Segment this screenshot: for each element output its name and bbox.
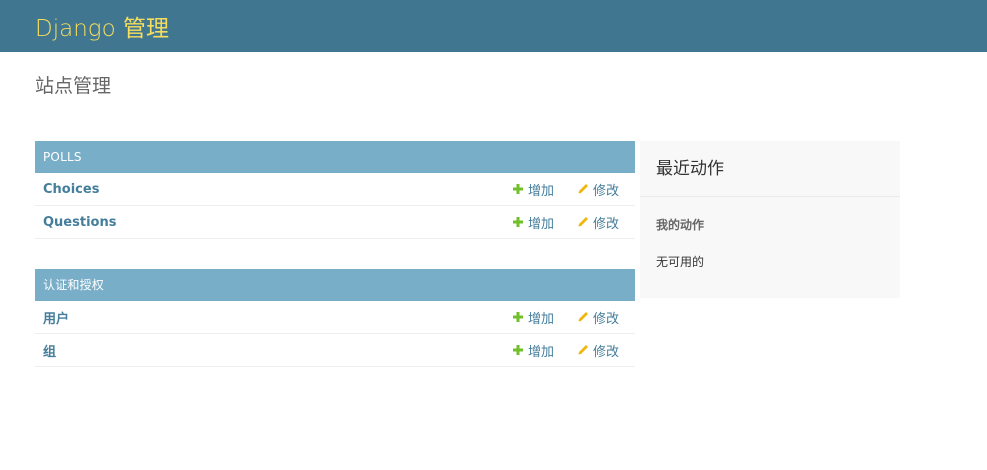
change-link[interactable]: 修改 (577, 308, 619, 327)
model-link[interactable]: Questions (35, 215, 116, 230)
model-link[interactable]: 组 (35, 341, 56, 360)
model-row-groups: 组 增加 修改 (35, 334, 635, 367)
page-title: 站点管理 (35, 75, 112, 97)
plus-icon (513, 312, 523, 322)
add-link[interactable]: 增加 (512, 213, 554, 232)
content-area: 站点管理 POLLS Choices 增加 修改 Questions 增加 修改… (0, 74, 987, 367)
model-link[interactable]: 用户 (35, 308, 69, 327)
app-module-auth: 认证和授权 用户 增加 修改 组 增加 修改 (35, 269, 635, 367)
pencil-icon (578, 217, 588, 227)
change-label: 修改 (593, 216, 620, 232)
plus-icon (513, 217, 523, 227)
change-label: 修改 (593, 183, 620, 199)
app-list: POLLS Choices 增加 修改 Questions 增加 修改 认证和授… (35, 141, 635, 397)
model-row-users: 用户 增加 修改 (35, 301, 635, 334)
change-link[interactable]: 修改 (577, 341, 619, 360)
app-module-polls: POLLS Choices 增加 修改 Questions 增加 修改 (35, 141, 635, 239)
my-actions-title: 我的动作 (656, 218, 705, 232)
pencil-icon (578, 312, 588, 322)
add-label: 增加 (528, 311, 555, 327)
pencil-icon (578, 345, 588, 355)
plus-icon (513, 345, 523, 355)
change-link[interactable]: 修改 (577, 180, 619, 199)
add-link[interactable]: 增加 (512, 308, 554, 327)
site-brand[interactable]: Django 管理 (35, 9, 169, 43)
add-label: 增加 (528, 344, 555, 360)
recent-actions-panel: 最近动作 我的动作 无可用的 (640, 141, 900, 298)
add-link[interactable]: 增加 (512, 341, 554, 360)
recent-actions-title: 最近动作 (640, 141, 900, 197)
model-row-choices: Choices 增加 修改 (35, 173, 635, 206)
header-bar: Django 管理 (0, 0, 987, 52)
model-row-questions: Questions 增加 修改 (35, 206, 635, 239)
change-label: 修改 (593, 311, 620, 327)
app-caption[interactable]: 认证和授权 (35, 269, 635, 301)
change-label: 修改 (593, 344, 620, 360)
add-link[interactable]: 增加 (512, 180, 554, 199)
add-label: 增加 (528, 183, 555, 199)
pencil-icon (578, 184, 588, 194)
empty-actions-text: 无可用的 (656, 255, 705, 269)
app-caption[interactable]: POLLS (35, 141, 635, 173)
add-label: 增加 (528, 216, 555, 232)
plus-icon (513, 184, 523, 194)
model-link[interactable]: Choices (35, 182, 99, 197)
change-link[interactable]: 修改 (577, 213, 619, 232)
